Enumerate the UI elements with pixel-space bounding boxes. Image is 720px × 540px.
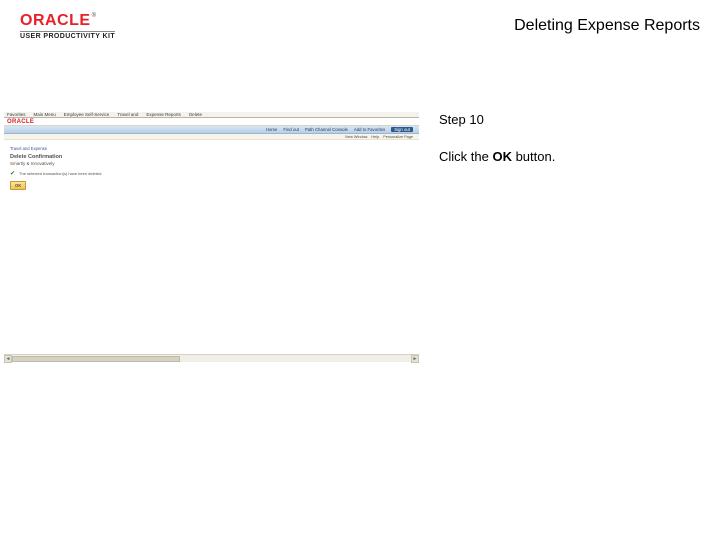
page-title: Deleting Expense Reports	[514, 17, 700, 35]
logo-trademark: ®	[92, 13, 97, 19]
instruction-bold: OK	[492, 149, 512, 164]
nav-item: Add to Favorites	[354, 127, 385, 132]
horizontal-scrollbar[interactable]: ◄ ►	[4, 354, 419, 362]
screenshot-column: Favorites Main Menu Employee Self-Servic…	[4, 112, 429, 362]
breadcrumb: Travel and Expense	[10, 146, 413, 151]
screenshot-nav: Home Find out Path Channel Console Add t…	[4, 126, 419, 134]
nav-item: Find out	[283, 127, 299, 132]
tab-item: Employee Self-Service	[64, 112, 110, 117]
instruction-suffix: button.	[512, 149, 555, 164]
page: ORACLE® USER PRODUCTIVITY KIT Deleting E…	[0, 0, 720, 540]
screenshot-content: Travel and Expense Delete Confirmation S…	[4, 140, 419, 196]
subbar-item: Help	[371, 135, 379, 139]
tab-item: Travel and	[117, 112, 138, 117]
scroll-track[interactable]	[12, 355, 411, 363]
oracle-logo: ORACLE® USER PRODUCTIVITY KIT	[20, 13, 115, 40]
instruction-column: Step 10 Click the OK button.	[429, 112, 720, 362]
header: ORACLE® USER PRODUCTIVITY KIT Deleting E…	[0, 0, 720, 52]
content-subheading: Smartly & Innovatively	[10, 161, 413, 166]
tab-item: Delete	[189, 112, 202, 117]
instruction-prefix: Click the	[439, 149, 492, 164]
logo-text: ORACLE	[20, 12, 91, 29]
scroll-left-icon[interactable]: ◄	[4, 355, 12, 363]
nav-item-signout: Sign out	[391, 127, 413, 132]
scroll-right-icon[interactable]: ►	[411, 355, 419, 363]
scroll-thumb[interactable]	[12, 356, 180, 362]
ok-button[interactable]: OK	[10, 181, 26, 190]
nav-item: Path Channel Console	[305, 127, 348, 132]
checkmark-icon: ✔	[10, 170, 15, 177]
screenshot-logo-row: ORACLE	[4, 118, 419, 126]
logo-divider	[20, 31, 115, 32]
tab-item: Main Menu	[34, 112, 56, 117]
oracle-wordmark: ORACLE®	[20, 13, 115, 29]
product-line: USER PRODUCTIVITY KIT	[20, 33, 115, 40]
confirm-message: The selected transaction(s) have been de…	[19, 171, 102, 176]
instruction-text: Click the OK button.	[439, 149, 708, 164]
subbar-item: New Window	[345, 135, 367, 139]
step-label: Step 10	[439, 112, 708, 127]
body-row: Favorites Main Menu Employee Self-Servic…	[0, 52, 720, 362]
nav-item: Home	[266, 127, 277, 132]
subbar-item: Personalize Page	[383, 135, 413, 139]
mini-oracle-logo: ORACLE	[7, 119, 34, 125]
content-heading: Delete Confirmation	[10, 154, 413, 160]
tab-item: Expense Reports	[146, 112, 181, 117]
tab-item: Favorites	[7, 112, 26, 117]
confirm-row: ✔ The selected transaction(s) have been …	[10, 170, 413, 177]
embedded-screenshot: Favorites Main Menu Employee Self-Servic…	[4, 112, 419, 362]
